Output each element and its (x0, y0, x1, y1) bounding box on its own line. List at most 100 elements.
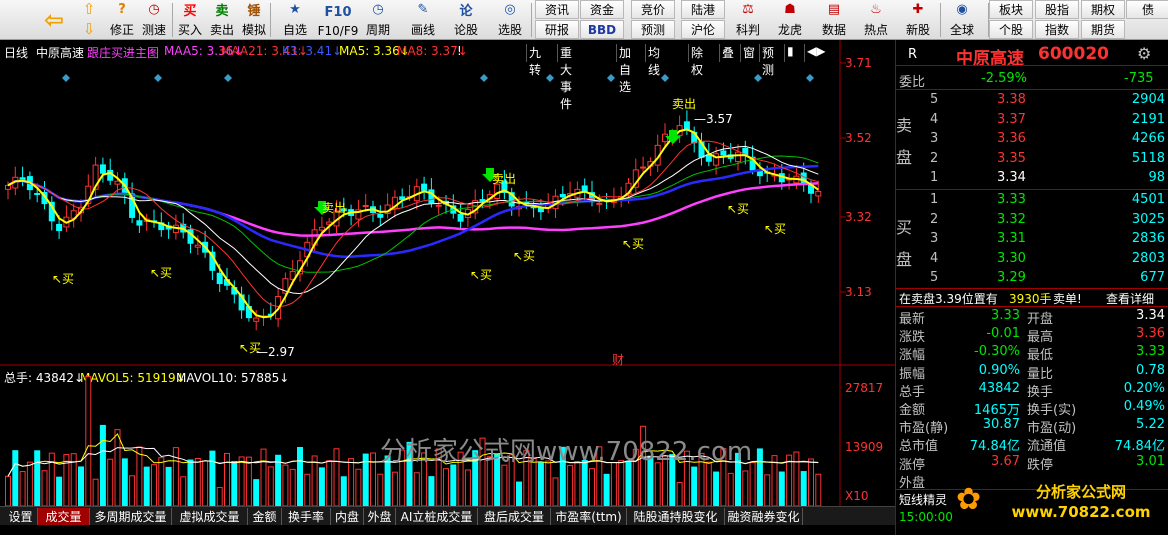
screener-button[interactable]: ◎ 选股 (494, 0, 526, 40)
indicator-tab-7[interactable]: 外盘 (364, 508, 396, 525)
indicator-tab-1[interactable]: 成交量 (38, 508, 90, 525)
chart-tool-1[interactable]: 重大事件 (557, 44, 575, 111)
ask-level: 2 (930, 150, 939, 166)
volume-bar (209, 450, 216, 507)
quote-value: 3.36 (1136, 326, 1165, 342)
toolbar: ⇦ ⇧ ⇩ ? 修正 ◷ 测速买买入卖卖出锤模拟 ★ 自选 F10 F10/F9 ◷ 周期 ✎ 画线论论股 ◎… (0, 0, 1168, 40)
icon-button-label-3: 热点 (863, 23, 888, 37)
realtime-flag: R (908, 47, 918, 62)
settings-gear-icon[interactable]: ⚙ (1137, 44, 1151, 63)
quote-value: 3.67 (991, 453, 1020, 469)
volume-tick-label: 13909 (845, 440, 883, 454)
icon-button-1[interactable]: ☗ 龙虎 (771, 0, 809, 40)
chart-tool-5[interactable]: 叠 (719, 44, 737, 62)
short-elf-tab[interactable]: 短线精灵 (899, 491, 947, 508)
chart-tool-6[interactable]: 窗 (740, 44, 758, 62)
quick-top-4[interactable]: 板块 (989, 0, 1033, 19)
period-label[interactable]: 日线 (4, 44, 28, 61)
chart-tool-9[interactable]: ◀▶ (804, 44, 828, 62)
candle-body (216, 272, 223, 285)
ask-price: 3.35 (997, 150, 1026, 166)
indicator-tab-4[interactable]: 金额 (248, 508, 282, 525)
ask-price: 3.34 (997, 170, 1026, 185)
volume-bar (589, 468, 595, 507)
quick-bottom-1[interactable]: BBD (580, 20, 624, 39)
bid-price: 3.29 (997, 270, 1026, 285)
chart-area[interactable]: 3.71 3.52 3.32 3.13 卖出 卖出 卖出 ↖买 ↖买 ↖买 ↖买 ↖买 ↖买 ↖买 ↖买 —3… (0, 40, 895, 525)
chart-tool-4[interactable]: 除权 (688, 44, 706, 77)
quick-bottom-6[interactable]: 期货 (1081, 20, 1125, 39)
quick-top-5[interactable]: 股指 (1035, 0, 1079, 19)
quick-bottom-3[interactable]: 沪伦 (681, 20, 725, 39)
quick-bottom-2[interactable]: 预测 (631, 20, 675, 39)
simulate-button[interactable]: 锤模拟 (238, 0, 270, 40)
mavol10-label: MAVOL10: 57885↓ (176, 371, 289, 385)
volume-bar (12, 450, 19, 507)
speedtest-button[interactable]: ◷ 测速 (138, 0, 170, 40)
indicator-tab-2[interactable]: 多周期成交量 (90, 508, 172, 525)
volume-bar (756, 448, 763, 507)
candle-body (318, 226, 325, 231)
fix-button[interactable]: ? 修正 (106, 0, 138, 40)
back-button[interactable]: ⇦ (40, 0, 68, 40)
indicator-tab-5[interactable]: 换手率 (282, 508, 331, 525)
quick-bottom-0[interactable]: 研报 (535, 20, 579, 39)
chart-tool-8[interactable]: ▮ (784, 44, 796, 62)
volume-bar (92, 478, 99, 507)
volume-bar (253, 479, 260, 507)
draw-button[interactable]: ✎ 画线 (407, 0, 439, 40)
indicator-tab-12[interactable]: 融资融券变化 (725, 508, 803, 525)
help-icon: ? (118, 2, 126, 17)
period-button[interactable]: ◷ 周期 (362, 0, 394, 40)
global-button[interactable]: ◉ 全球 (946, 0, 978, 40)
ask-volume: 5118 (1131, 150, 1165, 166)
formula-label[interactable]: 跟庄买进主图 (87, 44, 159, 61)
quick-top-0[interactable]: 资讯 (535, 0, 579, 19)
toolbar-icon-3: ♨ (870, 2, 882, 17)
quick-top-1[interactable]: 资金 (580, 0, 624, 19)
icon-button-2[interactable]: ▤ 数据 (815, 0, 853, 40)
chart-tool-7[interactable]: 预测 (759, 44, 777, 77)
chart-tool-2[interactable]: 加自选 (616, 44, 634, 94)
scroll-up-button[interactable]: ⇧ (78, 0, 100, 20)
indicator-tab-3[interactable]: 虚拟成交量 (172, 508, 248, 525)
chart-tool-0[interactable]: 九转 (526, 44, 544, 77)
sell-icon: 卖 (215, 4, 229, 19)
ask-price: 3.36 (997, 131, 1026, 146)
indicator-tab-6[interactable]: 内盘 (331, 508, 364, 525)
indicator-tab-0[interactable]: 设置 (4, 508, 38, 525)
quick-bottom-4[interactable]: 个股 (989, 20, 1033, 39)
quote-value: 5.22 (1136, 417, 1165, 433)
ask-price: 3.38 (997, 92, 1026, 107)
volume-bar (129, 475, 136, 507)
price-tick-label: 3.71 (845, 56, 872, 70)
indicator-tab-8[interactable]: AI立桩成交量 (396, 508, 478, 525)
chart-tool-3[interactable]: 均线 (645, 44, 663, 77)
sell-button[interactable]: 卖卖出 (206, 0, 238, 40)
quick-top-2[interactable]: 竞价 (631, 0, 675, 19)
candle-body (457, 213, 464, 222)
quick-top-6[interactable]: 期权 (1081, 0, 1125, 19)
watchlist-button[interactable]: ★ 自选 (279, 0, 311, 40)
volume-bar (413, 472, 420, 507)
indicator-tab-11[interactable]: 陆股通持股变化 (627, 508, 725, 525)
kline-chart[interactable]: 3.713.523.323.13卖出卖出卖出↖买 ↖买↖买↖买↖买↖买↖买↖买—3… (0, 40, 895, 525)
buy-button[interactable]: 买买入 (174, 0, 206, 40)
indicator-tab-9[interactable]: 盘后成交量 (478, 508, 551, 525)
icon-button-4[interactable]: ✚ 新股 (899, 0, 937, 40)
order-alert-suffix: 卖单! (1053, 292, 1082, 306)
icon-button-3[interactable]: ♨ 热点 (857, 0, 895, 40)
volume-bar (574, 461, 581, 507)
quick-bottom-5[interactable]: 指数 (1035, 20, 1079, 39)
volume-bar (19, 471, 26, 507)
quick-top-7[interactable]: 债 (1126, 0, 1168, 19)
volume-bar (450, 464, 457, 507)
view-detail-link[interactable]: 查看详细 (1106, 290, 1154, 307)
quick-top-3[interactable]: 陆港 (681, 0, 725, 19)
icon-button-0[interactable]: ⚖ 科判 (729, 0, 767, 40)
period-icon: ◷ (372, 2, 384, 17)
indicator-tab-10[interactable]: 市盈率(ttm) (551, 508, 627, 525)
f10-button[interactable]: F10 F10/F9 (316, 0, 360, 40)
forum-button[interactable]: 论论股 (450, 0, 482, 40)
scroll-down-button[interactable]: ⇩ (78, 20, 100, 40)
